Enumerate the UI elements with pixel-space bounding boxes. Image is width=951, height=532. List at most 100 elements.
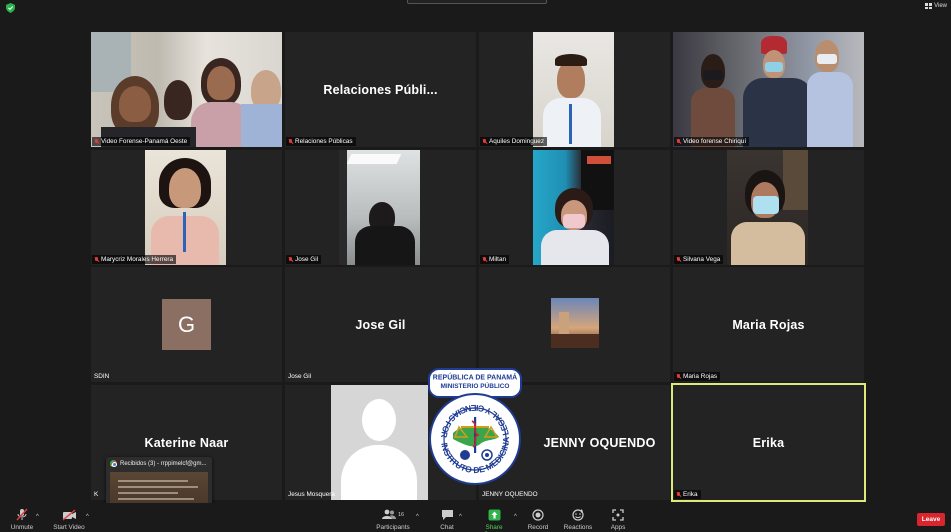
participant-video	[533, 32, 614, 147]
video-off-icon	[52, 508, 86, 521]
top-bar: View	[0, 0, 951, 16]
participant-display-name: JENNY OQUENDO	[543, 435, 656, 450]
chat-button[interactable]: Chat	[436, 508, 458, 531]
seal-line-2: MINISTERIO PÚBLICO	[441, 381, 510, 390]
participant-video	[91, 32, 282, 147]
microphone-muted-icon	[676, 256, 681, 263]
participant-name: Silvana Vega	[683, 256, 721, 263]
reactions-button[interactable]: Reactions	[563, 508, 593, 531]
apps-label: Apps	[610, 524, 626, 531]
participant-nametag: JENNY OQUENDO	[480, 490, 541, 499]
participant-display-name: Relaciones Públi...	[323, 82, 438, 97]
chevron-up-icon[interactable]: ^	[86, 514, 89, 520]
record-button[interactable]: Record	[526, 508, 550, 531]
reactions-smiley-icon	[563, 508, 593, 521]
unmute-label: Unmute	[10, 524, 34, 531]
microphone-muted-icon	[676, 373, 681, 380]
participant-name: Jesus Mosquera	[288, 491, 335, 498]
grid-icon	[925, 3, 933, 9]
chevron-up-icon[interactable]: ^	[459, 514, 462, 520]
participant-nametag: Relaciones Públicas	[286, 137, 356, 146]
participant-tile[interactable]: Aquiles Dominguez	[479, 32, 670, 147]
participant-nametag: Miltan	[480, 255, 510, 264]
participant-tile[interactable]: Silvana Vega	[673, 150, 864, 265]
avatar: G	[162, 299, 211, 350]
seal-line-1: REPÚBLICA DE PANAMÁ	[433, 373, 517, 382]
participants-icon: 16	[375, 508, 411, 521]
participant-name: Relaciones Públicas	[295, 138, 353, 145]
participant-video	[673, 32, 864, 147]
participant-name: Jose Gil	[295, 256, 319, 263]
default-avatar-silhouette	[331, 385, 428, 500]
avatar	[551, 298, 599, 348]
participant-tile[interactable]: Video Forense-Panamá Oeste	[91, 32, 282, 147]
share-screen-label: Share Screen	[484, 524, 504, 532]
chat-icon	[436, 508, 458, 521]
apps-button[interactable]: Apps	[606, 508, 630, 531]
participant-tile[interactable]: Video forense Chiriquí	[673, 32, 864, 147]
participant-nametag: Jose Gil	[286, 255, 322, 264]
participant-tile[interactable]: Miltan	[479, 150, 670, 265]
participant-nametag: Jesus Mosquera	[286, 490, 338, 499]
participant-nametag: Silvana Vega	[674, 255, 724, 264]
participant-nametag: Marycriz Morales Herrera	[92, 255, 177, 264]
participants-button[interactable]: 16 Participants	[375, 508, 411, 531]
speaker-view-strip[interactable]	[407, 0, 547, 4]
active-speaker-tile[interactable]: Erika Erika	[671, 383, 866, 502]
participant-nametag: K	[92, 490, 101, 499]
microphone-muted-icon	[94, 138, 99, 145]
participant-video	[145, 150, 226, 265]
preview-title-text: Recibidos (3) - rrppimelcf@gm...	[120, 460, 207, 467]
share-screen-icon	[475, 508, 513, 521]
chevron-up-icon[interactable]: ^	[514, 514, 517, 520]
participant-tile[interactable]: Jose Gil	[285, 150, 476, 265]
chevron-up-icon[interactable]: ^	[416, 514, 419, 520]
participant-video	[533, 150, 614, 265]
microphone-muted-icon	[482, 256, 487, 263]
participants-count: 16	[397, 511, 405, 518]
participant-name: Video Forense-Panamá Oeste	[101, 138, 188, 145]
share-screen-button[interactable]: Share Screen	[475, 508, 513, 532]
security-shield-icon[interactable]	[6, 3, 15, 13]
participant-name: Jose Gil	[288, 373, 312, 380]
participant-name: Maria Rojas	[683, 373, 718, 380]
participant-nametag: Maria Rojas	[674, 372, 721, 381]
participant-nametag: Jose Gil	[286, 372, 314, 381]
participant-name: JENNY OQUENDO	[482, 491, 538, 498]
chat-label: Chat	[440, 524, 454, 531]
participant-nametag: Video forense Chiriquí	[674, 137, 750, 146]
participant-name: Erika	[683, 491, 698, 498]
record-label: Record	[527, 524, 549, 531]
unmute-button[interactable]: Unmute	[8, 508, 36, 531]
microphone-muted-icon	[676, 491, 681, 498]
participant-nametag: Erika	[674, 490, 701, 499]
participant-nametag: SDIN	[92, 372, 112, 381]
participant-tile[interactable]: G SDIN	[91, 267, 282, 382]
participant-video	[339, 150, 420, 265]
participant-tile[interactable]: Jose Gil Jose Gil	[285, 267, 476, 382]
participant-name: Marycriz Morales Herrera	[101, 256, 174, 263]
participants-label: Participants	[376, 524, 410, 531]
meeting-toolbar: Unmute ^ Start Video ^ 16 Participants ^…	[0, 503, 951, 532]
microphone-muted-icon	[676, 138, 681, 145]
microphone-muted-icon	[482, 138, 487, 145]
microphone-muted-icon	[288, 256, 293, 263]
participant-video	[727, 150, 808, 265]
chrome-icon	[110, 460, 117, 467]
leave-button[interactable]: Leave	[917, 513, 945, 526]
participant-tile[interactable]	[479, 267, 670, 382]
participant-name: SDIN	[94, 373, 110, 380]
participant-name: Miltan	[489, 256, 507, 263]
participant-nametag: Aquiles Dominguez	[480, 137, 548, 146]
chevron-up-icon[interactable]: ^	[36, 514, 39, 520]
participant-name: K	[94, 491, 99, 498]
participant-tile[interactable]: Relaciones Públi... Relaciones Públicas	[285, 32, 476, 147]
participant-display-name: Katerine Naar	[144, 435, 229, 450]
view-button[interactable]: View	[925, 3, 947, 9]
participant-tile[interactable]: Maria Rojas Maria Rojas	[673, 267, 864, 382]
reactions-label: Reactions	[563, 524, 593, 531]
microphone-muted-icon	[288, 138, 293, 145]
participant-display-name: Jose Gil	[355, 317, 406, 332]
start-video-button[interactable]: Start Video	[52, 508, 86, 531]
participant-tile[interactable]: Marycriz Morales Herrera	[91, 150, 282, 265]
